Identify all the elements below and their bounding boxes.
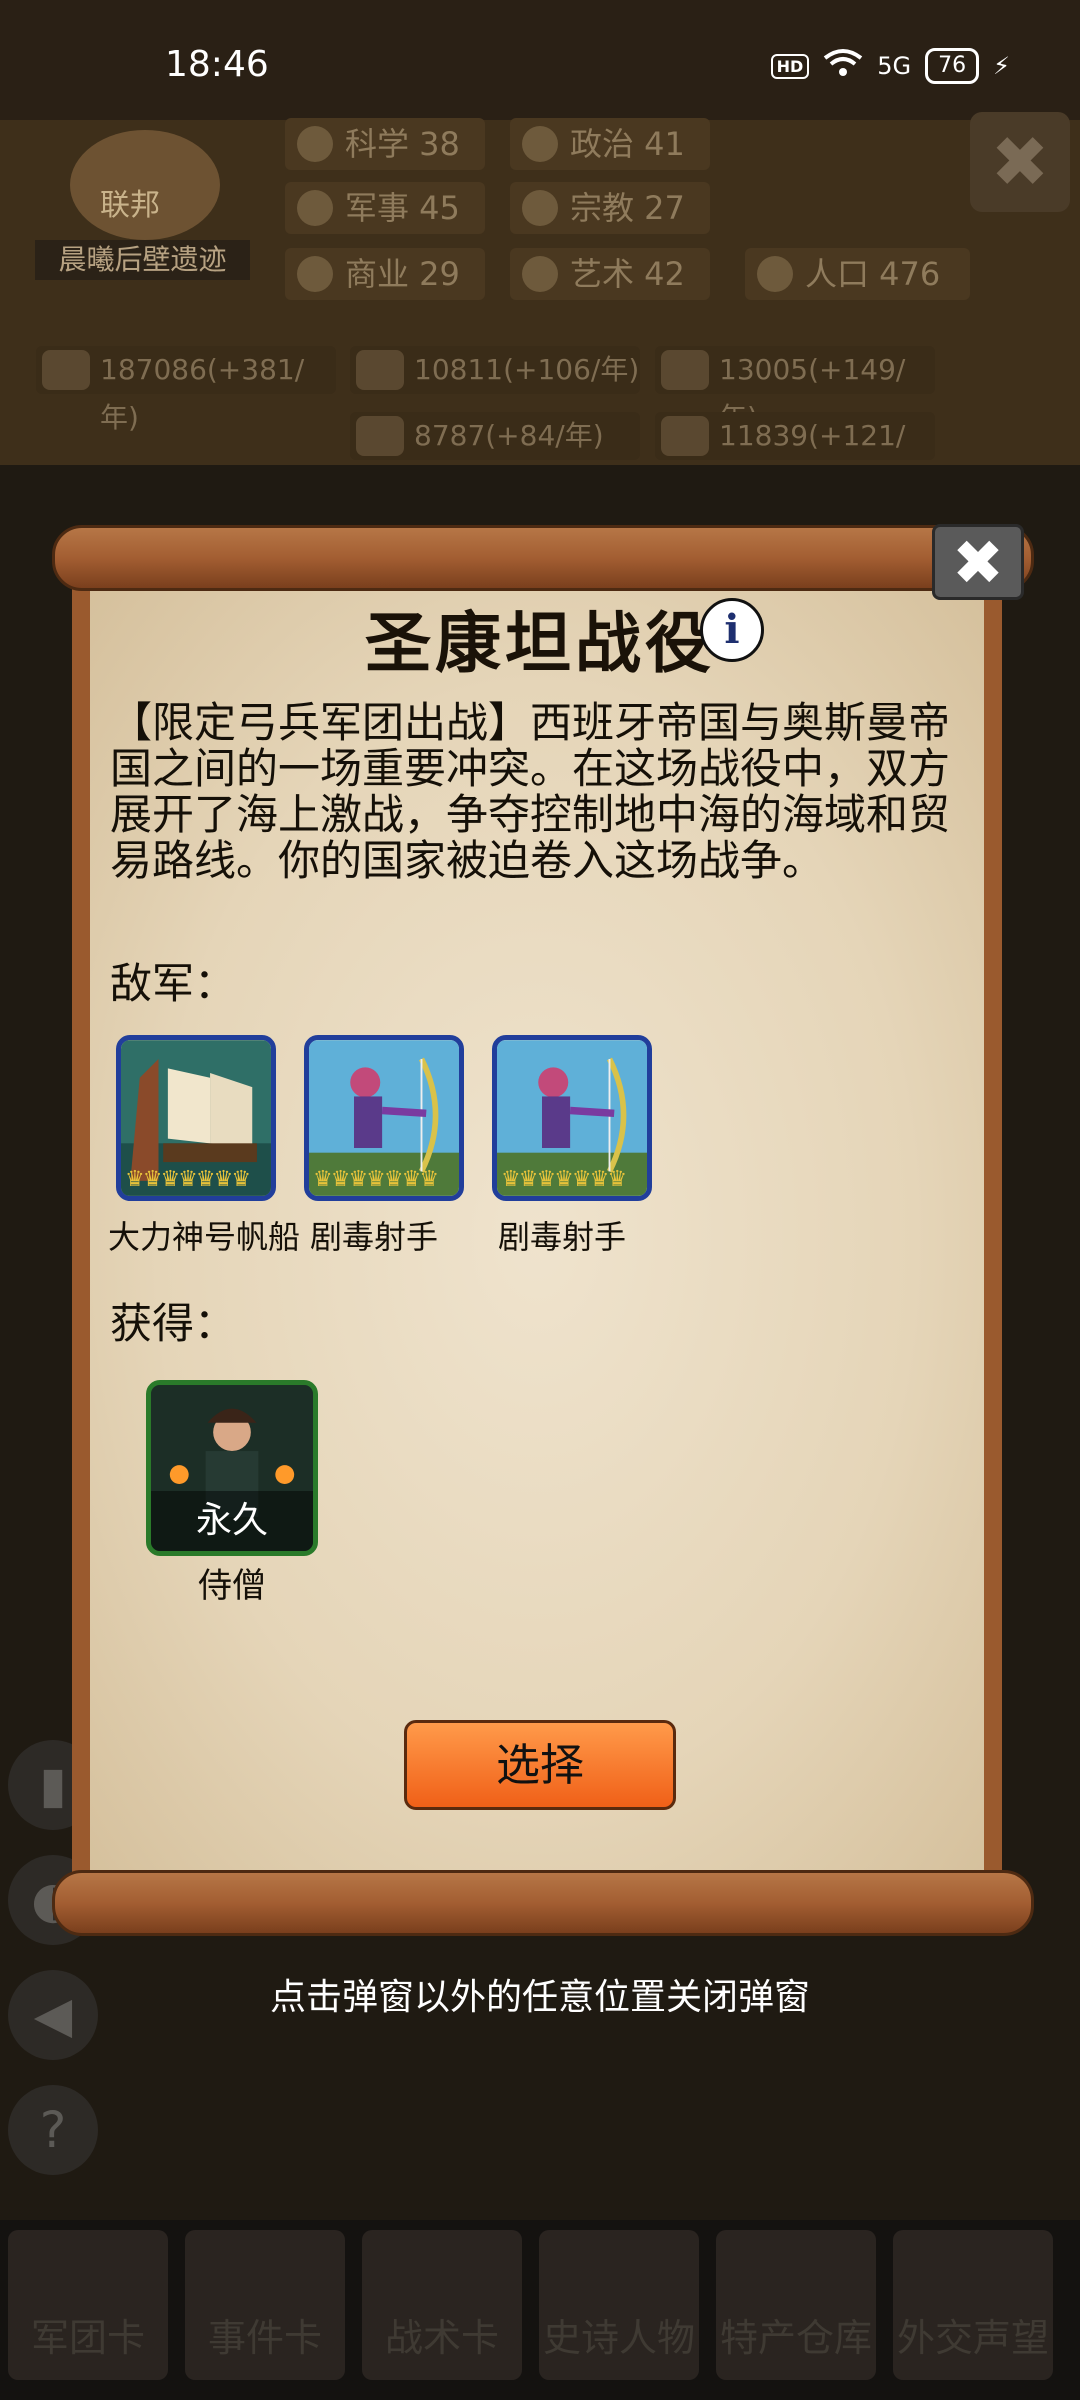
- resource-stone: 8787(+84/年): [350, 412, 640, 460]
- wifi-icon: [823, 48, 863, 84]
- charging-icon: ⚡: [993, 52, 1010, 80]
- hud-close-button[interactable]: ✖: [970, 112, 1070, 212]
- enemy-unit-archer-1[interactable]: ♛♛♛♛♛♛♛: [304, 1035, 464, 1201]
- stat-military: 军事 45: [285, 182, 485, 234]
- military-icon: [297, 190, 333, 226]
- enemy-unit-galleon[interactable]: ♛♛♛♛♛♛♛: [116, 1035, 276, 1201]
- iron-icon: [661, 350, 709, 390]
- battle-description: 【限定弓兵军团出战】西班牙帝国与奥斯曼帝国之间的一场重要冲突。在这场战役中，双方…: [110, 698, 951, 885]
- religion-icon: [522, 190, 558, 226]
- enemy-label: 敌军：: [110, 959, 237, 1008]
- signal-icon: 5G: [877, 52, 912, 80]
- rank-crowns: ♛♛♛♛♛♛♛: [313, 1167, 439, 1192]
- rank-crowns: ♛♛♛♛♛♛♛: [501, 1167, 627, 1192]
- stat-science: 科学 38: [285, 118, 485, 170]
- stat-population: 人口 476: [745, 248, 970, 300]
- civilization-name: 晨曦后壁遗迹: [35, 240, 250, 280]
- battery-icon: 76: [925, 48, 980, 84]
- select-button[interactable]: 选择: [404, 1720, 676, 1810]
- tab-specialty-warehouse[interactable]: 特产仓库: [716, 2230, 876, 2380]
- enemy-unit-archer-2[interactable]: ♛♛♛♛♛♛♛: [492, 1035, 652, 1201]
- popup-title: 圣康坦战役: [365, 604, 715, 682]
- status-icons: HD 5G 76 ⚡: [770, 48, 1010, 84]
- enemy-name-archer-2: 剧毒射手: [498, 1218, 627, 1256]
- stat-religion: 宗教 27: [510, 182, 710, 234]
- enemy-name-galleon: 大力神号帆船: [108, 1218, 301, 1256]
- politics-icon: [522, 126, 558, 162]
- emblem-label: 联邦: [100, 188, 160, 223]
- population-icon: [757, 256, 793, 292]
- tab-diplomacy[interactable]: 外交声望: [893, 2230, 1053, 2380]
- info-icon[interactable]: i: [700, 598, 764, 662]
- help-icon[interactable]: ?: [8, 2085, 98, 2175]
- tab-legion-cards[interactable]: 军团卡: [8, 2230, 168, 2380]
- stat-commerce: 商业 29: [285, 248, 485, 300]
- resource-food: 11839(+121/年): [655, 412, 935, 500]
- popup-close-button[interactable]: ✖: [932, 524, 1024, 600]
- enemy-name-archer-1: 剧毒射手: [310, 1218, 439, 1256]
- wood-icon: [356, 350, 404, 390]
- gold-icon: [42, 350, 90, 390]
- status-bar: 18:46 HD 5G 76 ⚡: [0, 0, 1080, 120]
- hd-icon: HD: [770, 53, 810, 79]
- close-hint: 点击弹窗以外的任意位置关闭弹窗: [269, 1977, 810, 2018]
- science-icon: [297, 126, 333, 162]
- rank-crowns: ♛♛♛♛♛♛♛: [125, 1167, 251, 1192]
- permanent-badge: 永久: [151, 1491, 313, 1551]
- scroll-bottom-rod: [52, 1870, 1034, 1936]
- reward-name: 侍僧: [198, 1566, 266, 1606]
- stat-art: 艺术 42: [510, 248, 710, 300]
- tab-event-cards[interactable]: 事件卡: [185, 2230, 345, 2380]
- food-icon: [661, 416, 709, 456]
- art-icon: [522, 256, 558, 292]
- resource-wood: 10811(+106/年): [350, 346, 640, 394]
- clock: 18:46: [165, 44, 269, 85]
- reward-label: 获得：: [110, 1299, 237, 1348]
- resource-iron: 13005(+149/年): [655, 346, 935, 434]
- resource-gold: 187086(+381/年): [36, 346, 336, 434]
- tab-epic-figures[interactable]: 史诗人物: [539, 2230, 699, 2380]
- stone-icon: [356, 416, 404, 456]
- reward-card-acolyte[interactable]: 永久: [146, 1380, 318, 1556]
- stat-politics: 政治 41: [510, 118, 710, 170]
- commerce-icon: [297, 256, 333, 292]
- scroll-top-rod: [52, 525, 1034, 591]
- tab-tactic-cards[interactable]: 战术卡: [362, 2230, 522, 2380]
